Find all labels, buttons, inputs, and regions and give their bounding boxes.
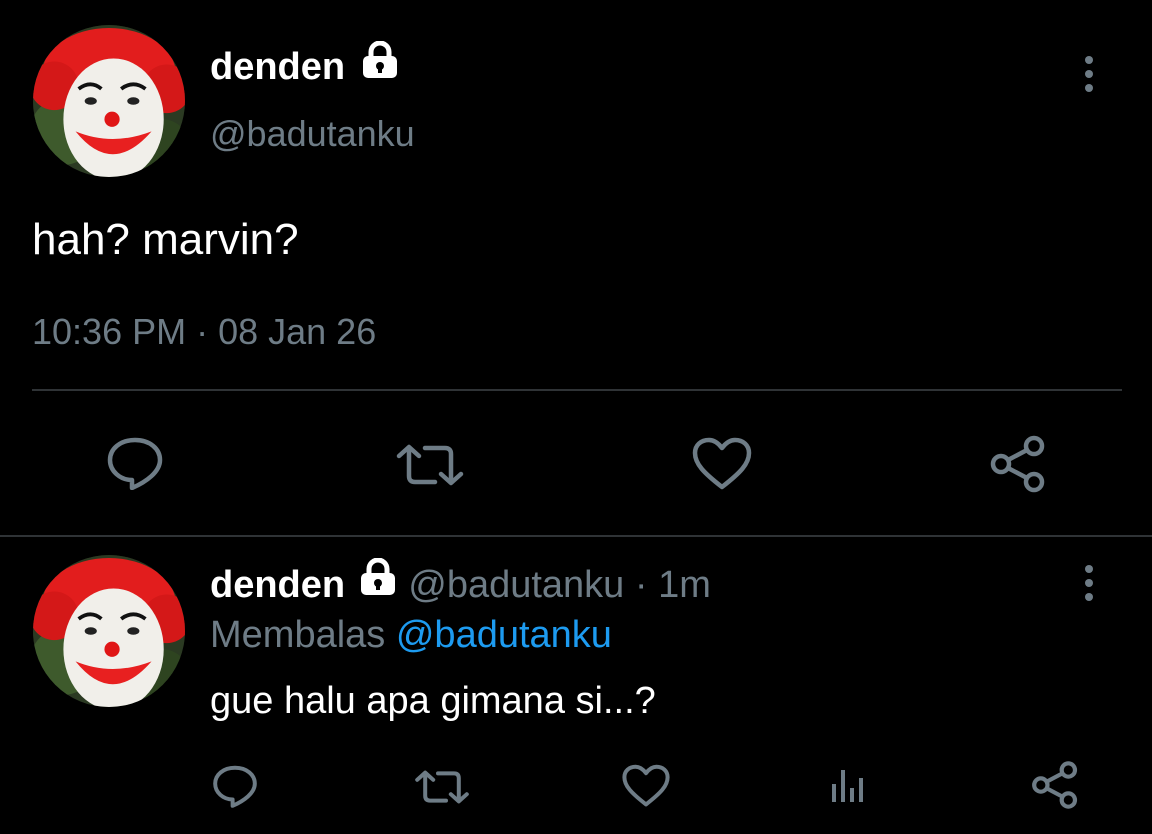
- handle[interactable]: @badutanku: [210, 112, 415, 156]
- lock-icon: [360, 40, 400, 89]
- timestamp[interactable]: 10:36 PM · 08 Jan 26: [32, 310, 376, 354]
- clown-avatar-image: [33, 555, 185, 707]
- reply-avatar[interactable]: [33, 555, 185, 707]
- reply-text: gue halu apa gimana si...?: [210, 680, 656, 722]
- divider: [32, 389, 1122, 391]
- replying-prefix: Membalas: [210, 614, 386, 656]
- like-icon[interactable]: [622, 764, 670, 808]
- reply-more-icon[interactable]: [1084, 565, 1094, 607]
- reply-time[interactable]: 1m: [658, 564, 711, 606]
- share-icon[interactable]: [1030, 760, 1080, 810]
- like-icon[interactable]: [692, 437, 752, 491]
- more-icon[interactable]: [1084, 56, 1094, 98]
- clown-avatar-image: [33, 25, 185, 177]
- reply-header: denden @badutanku · 1m: [210, 557, 711, 608]
- share-icon[interactable]: [988, 434, 1048, 494]
- retweet-icon[interactable]: [395, 444, 465, 486]
- reply-icon[interactable]: [106, 436, 164, 490]
- replying-to-link[interactable]: @badutanku: [396, 614, 612, 656]
- replying-to: Membalas @badutanku: [210, 612, 612, 658]
- section-divider: [0, 535, 1152, 537]
- lock-icon: [358, 557, 398, 607]
- tweet-text: hah? marvin?: [32, 215, 299, 264]
- analytics-icon[interactable]: [828, 766, 868, 806]
- display-name-text[interactable]: denden: [210, 46, 345, 88]
- reply-display-name[interactable]: denden: [210, 564, 345, 606]
- reply-separator: ·: [634, 564, 648, 606]
- retweet-icon[interactable]: [414, 770, 470, 804]
- avatar[interactable]: [33, 25, 185, 177]
- reply-icon[interactable]: [212, 764, 258, 808]
- reply-handle[interactable]: @badutanku: [408, 564, 624, 606]
- display-name[interactable]: denden: [210, 40, 400, 89]
